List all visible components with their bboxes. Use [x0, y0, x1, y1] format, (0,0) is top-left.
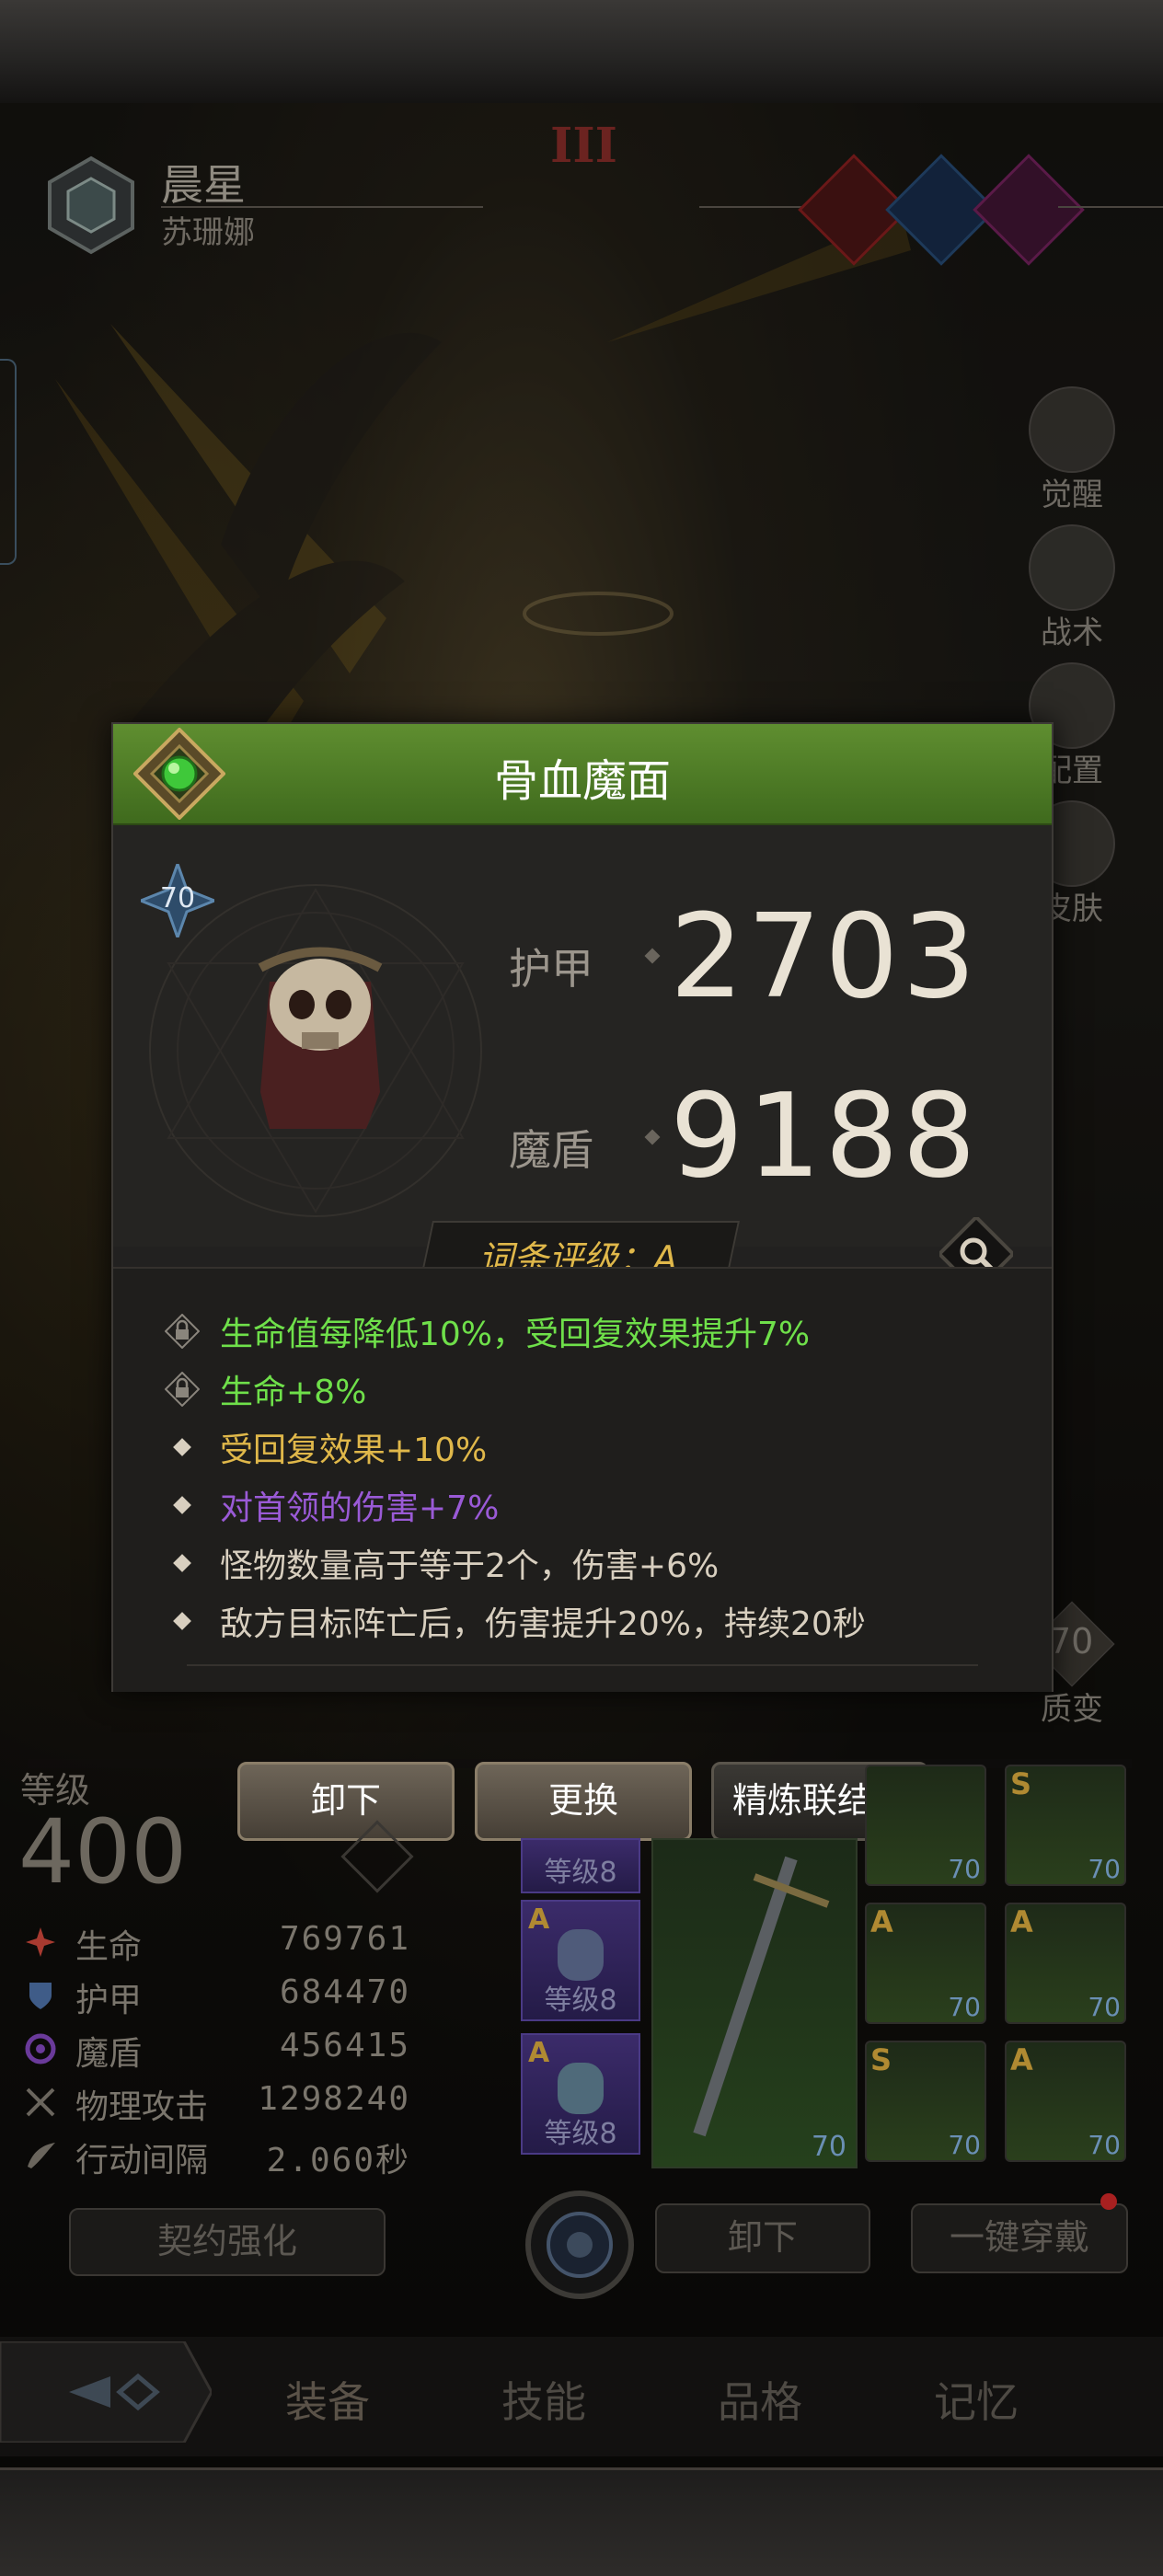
- stat-life: 生命 769761: [24, 1918, 410, 1966]
- notification-dot: [1100, 2193, 1117, 2210]
- level-value: 400: [18, 1800, 188, 1903]
- stat-separator: [644, 1129, 661, 1145]
- stat-separator: [644, 948, 661, 964]
- emblem-button[interactable]: [515, 2180, 644, 2309]
- tab-character[interactable]: 品格: [718, 2369, 802, 2430]
- item-name: 骨血魔面: [493, 755, 671, 807]
- affix-list: 生命值每降低10%，受回复效果提升7% 生命+8% 受回复效果+10% 对首领的…: [113, 1267, 1052, 1692]
- lock-icon: [165, 1314, 200, 1349]
- stat-magic-shield: 魔盾 456415: [24, 2025, 410, 2073]
- header-divider: [699, 206, 810, 208]
- lock-icon: [165, 1372, 200, 1407]
- equipment-slot-chest[interactable]: S 70: [1005, 1765, 1126, 1886]
- rune-icon: [558, 1929, 604, 1981]
- life-icon: [26, 1927, 55, 1957]
- tier-numeral: III: [550, 118, 617, 174]
- weapon-slot[interactable]: 70: [651, 1838, 858, 2168]
- item-detail-popup: 骨血魔面 70 护甲 2703 魔盾 9188 词条评级：A 生命值每降低10%…: [111, 722, 1054, 1692]
- class-emblem-icon: [48, 155, 134, 255]
- affix-text: 对首领的伤害+7%: [220, 1489, 500, 1527]
- gem-slot[interactable]: A 等级8: [521, 2033, 640, 2155]
- equip-all-button[interactable]: 一键穿戴: [911, 2203, 1128, 2273]
- hero-subtitle: 苏珊娜: [161, 214, 255, 251]
- rune-icon: [558, 2063, 604, 2114]
- item-title-bar: 骨血魔面: [113, 724, 1052, 826]
- weapon-level: 70: [811, 2131, 846, 2163]
- stat-physical-attack: 物理攻击 1298240: [24, 2078, 410, 2126]
- bullet-icon: [173, 1612, 191, 1630]
- transmute-level: 70: [1049, 1621, 1094, 1662]
- affix-text: 怪物数量高于等于2个，伤害+6%: [220, 1547, 720, 1585]
- affix-text: 受回复效果+10%: [220, 1432, 488, 1469]
- affix-item: 受回复效果+10%: [157, 1421, 487, 1473]
- equipment-slot-gloves[interactable]: A 70: [865, 1903, 986, 2024]
- item-level-value: 70: [159, 882, 196, 914]
- affix-item: 敌方目标阵亡后，伤害提升20%，持续20秒: [157, 1595, 866, 1647]
- shield-icon: [29, 1983, 52, 2009]
- header-divider: [161, 206, 483, 208]
- sword-icon: [693, 1856, 830, 2137]
- back-button[interactable]: [0, 2341, 212, 2443]
- affix-item: 生命+8%: [157, 1363, 366, 1415]
- gem-slot[interactable]: A 等级8: [521, 1900, 640, 2021]
- tab-memory[interactable]: 记忆: [934, 2369, 1019, 2430]
- hero-name: 晨星: [161, 160, 246, 210]
- bullet-icon: [173, 1438, 191, 1456]
- affix-item: 对首领的伤害+7%: [157, 1479, 499, 1531]
- left-drawer-handle[interactable]: [0, 359, 17, 565]
- stat-armor: 护甲 684470: [24, 1972, 410, 2019]
- magic-shield-stat-value: 9188: [670, 1068, 980, 1203]
- armor-stat-value: 2703: [670, 889, 980, 1024]
- affix-item: 生命值每降低10%，受回复效果提升7%: [157, 1305, 810, 1357]
- affix-text: 生命值每降低10%，受回复效果提升7%: [220, 1316, 811, 1353]
- affix-divider: [187, 1664, 978, 1666]
- tactics-button[interactable]: 战术: [1021, 524, 1123, 651]
- tactics-label: 战术: [1041, 615, 1103, 651]
- wing-icon: [28, 2143, 55, 2168]
- swords-icon: [26, 2087, 55, 2117]
- replace-item-button[interactable]: 更换: [475, 1762, 692, 1841]
- equipment-slot-helmet[interactable]: 70: [865, 1765, 986, 1886]
- bottom-frame: [0, 2467, 1163, 2576]
- tab-equipment[interactable]: 装备: [285, 2369, 370, 2430]
- equipment-slot-pants[interactable]: A 70: [1005, 2041, 1126, 2162]
- swirl-icon: [25, 2033, 56, 2064]
- magic-shield-stat-label: 魔盾: [509, 1125, 593, 1175]
- item-summary: 70 护甲 2703 魔盾 9188: [113, 825, 1052, 1247]
- magic-shield-stat-row: 魔盾 9188: [509, 1078, 1024, 1207]
- header-divider: [1058, 206, 1163, 208]
- equipment-slot-belt[interactable]: A 70: [1005, 1903, 1126, 2024]
- armor-stat-label: 护甲: [509, 944, 593, 994]
- gem-slot[interactable]: 等级8: [521, 1838, 640, 1893]
- top-frame: [0, 0, 1163, 106]
- armor-stat-row: 护甲 2703: [509, 899, 1024, 1028]
- tower-icon: [1029, 524, 1115, 611]
- unequip-item-button[interactable]: 卸下: [237, 1762, 455, 1841]
- sun-icon: [1029, 386, 1115, 473]
- affix-item: 怪物数量高于等于2个，伤害+6%: [157, 1537, 719, 1589]
- unequip-all-button[interactable]: 卸下: [655, 2203, 870, 2273]
- stat-action-interval: 行动间隔 2.060秒: [24, 2132, 410, 2179]
- awaken-button[interactable]: 觉醒: [1021, 386, 1123, 513]
- awaken-label: 觉醒: [1041, 477, 1103, 513]
- affix-text: 生命+8%: [220, 1374, 367, 1411]
- bullet-icon: [173, 1554, 191, 1572]
- tab-skills[interactable]: 技能: [501, 2369, 586, 2430]
- bullet-icon: [173, 1496, 191, 1514]
- affix-text: 敌方目标阵亡后，伤害提升20%，持续20秒: [220, 1605, 866, 1643]
- equipment-slot-ring[interactable]: S 70: [865, 2041, 986, 2162]
- contract-enhance-button[interactable]: 契约强化: [69, 2208, 386, 2276]
